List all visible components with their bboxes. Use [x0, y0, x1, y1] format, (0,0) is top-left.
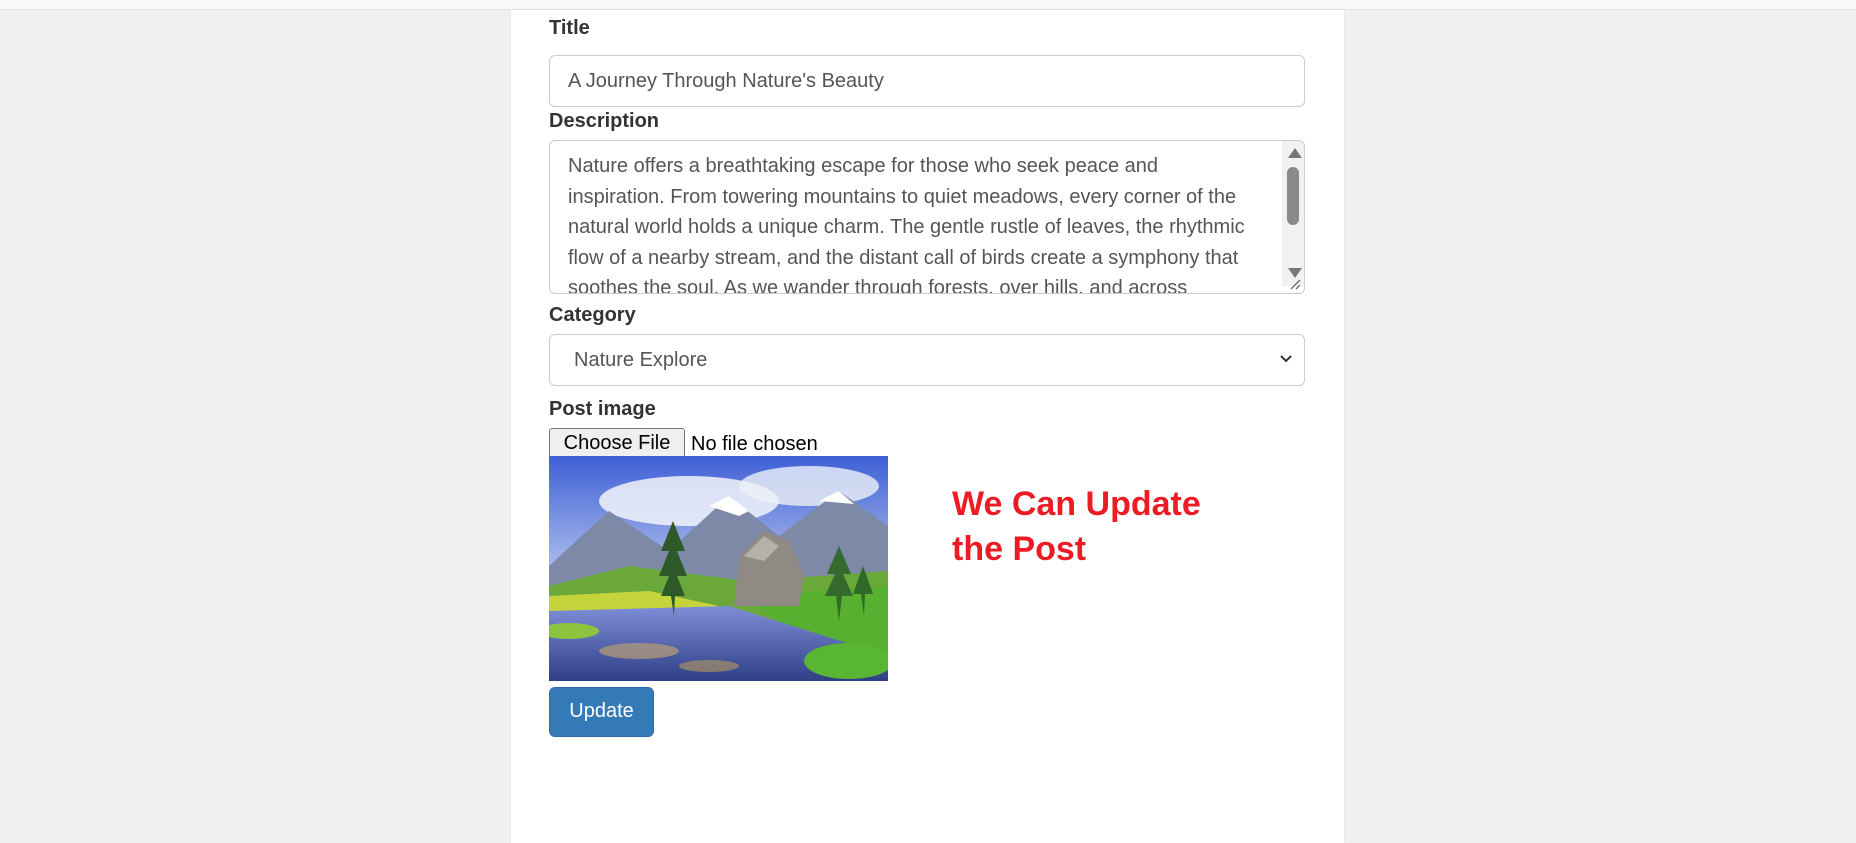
category-selected-value: Nature Explore: [574, 349, 708, 371]
category-label: Category: [549, 304, 636, 326]
post-image-label: Post image: [549, 398, 656, 420]
annotation-line-2: the Post: [952, 530, 1087, 568]
description-text: Nature offers a breathtaking escape for …: [568, 155, 1245, 294]
title-input[interactable]: A Journey Through Nature's Beauty: [549, 55, 1305, 107]
resize-grip-icon[interactable]: [1286, 275, 1302, 291]
chevron-down-icon: [1280, 355, 1292, 363]
post-image-preview: [549, 456, 888, 681]
update-annotation: We Can Update the Post: [952, 482, 1252, 572]
title-label: Title: [549, 17, 590, 39]
description-scrollbar[interactable]: [1282, 141, 1304, 286]
scroll-up-arrow-icon[interactable]: [1288, 148, 1302, 158]
browser-top-strip: [0, 0, 1856, 10]
description-label: Description: [549, 110, 660, 132]
annotation-line-1: We Can Update: [952, 485, 1201, 523]
category-select[interactable]: Nature Explore: [549, 334, 1305, 386]
update-button[interactable]: Update: [549, 687, 654, 737]
description-textarea[interactable]: Nature offers a breathtaking escape for …: [549, 140, 1305, 294]
edit-post-form: Title A Journey Through Nature's Beauty …: [511, 10, 1344, 843]
file-status-text: No file chosen: [691, 433, 818, 455]
scroll-thumb[interactable]: [1287, 167, 1299, 225]
